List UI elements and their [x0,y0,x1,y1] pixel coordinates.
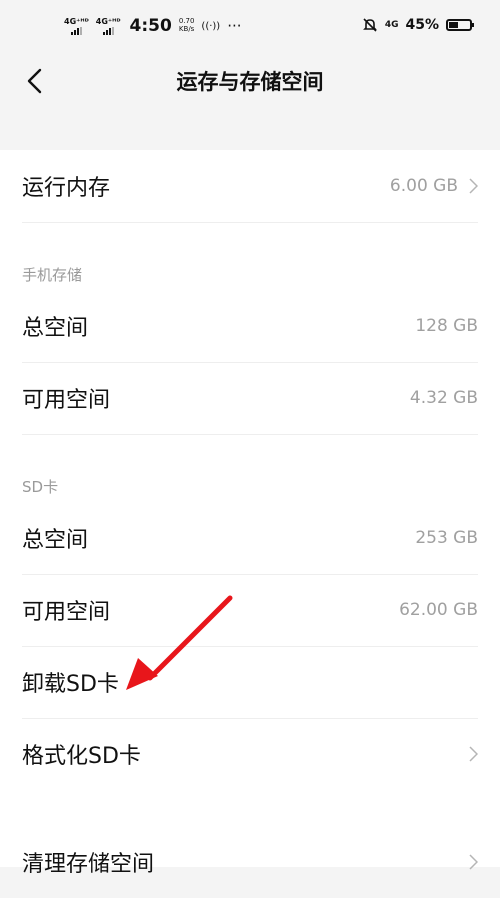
unmount-sd-row[interactable]: 卸载SD卡 [22,646,478,718]
unmount-sd-label: 卸载SD卡 [22,672,119,697]
phone-free-value: 4.32 GB [409,388,478,408]
phone-total-label: 总空间 [22,316,89,341]
chevron-right-icon [469,854,478,870]
battery-level [449,22,458,28]
chevron-right-icon [469,746,478,762]
cell-signal-2: 4G⁺ᴴᴰ [95,16,121,35]
phone-total-value: 128 GB [415,316,478,336]
cleanup-storage-label: 清理存储空间 [22,852,155,877]
clock: 4:50 [129,16,172,36]
data-type-label: 4G [384,20,399,30]
sd-free-row: 可用空间 62.00 GB [22,574,478,646]
battery-icon [446,19,474,31]
hotspot-icon: ((·)) [201,20,221,32]
network-speed: 0.70 KB/s [179,18,195,33]
sd-total-label: 总空间 [22,528,89,553]
cleanup-storage-row[interactable]: 清理存储空间 [22,826,478,898]
sd-free-value: 62.00 GB [399,600,478,620]
sd-total-value: 253 GB [415,528,478,548]
section-header-sd-card: SD卡 [22,478,59,496]
divider [22,222,478,223]
format-sd-row[interactable]: 格式化SD卡 [22,718,478,790]
phone-free-row: 可用空间 4.32 GB [22,362,478,434]
phone-free-label: 可用空间 [22,388,111,413]
ram-value: 6.00 GB [389,176,458,196]
chevron-right-icon [469,178,478,194]
section-header-phone-storage: 手机存储 [22,266,83,284]
more-notifications-icon: ··· [227,17,242,35]
page-title: 运存与存储空间 [176,70,324,94]
sd-free-label: 可用空间 [22,600,111,625]
network-type-label: 4G⁺ᴴᴰ [95,16,121,26]
speed-unit: KB/s [178,25,195,33]
divider [22,434,478,435]
cell-signal-1: 4G⁺ᴴᴰ [64,16,89,35]
network-type-label: 4G⁺ᴴᴰ [64,16,89,26]
format-sd-label: 格式化SD卡 [22,744,141,769]
ram-label: 运行内存 [22,176,111,201]
silent-mode-icon [362,18,377,32]
signal-bars-icon [70,26,82,35]
status-bar: 4G⁺ᴴᴰ 4G⁺ᴴᴰ 4:50 0.70 KB/s ((·)) ··· 4G … [0,0,500,56]
battery-percent: 45% [405,17,439,33]
phone-total-row: 总空间 128 GB [22,290,478,362]
signal-bars-icon [102,26,114,35]
ram-row[interactable]: 运行内存 6.00 GB [22,150,478,222]
sd-total-row: 总空间 253 GB [22,502,478,574]
settings-list: 运行内存 6.00 GB 手机存储 总空间 128 GB 可用空间 4.32 G… [0,150,500,877]
title-bar: 运存与存储空间 [0,56,500,108]
